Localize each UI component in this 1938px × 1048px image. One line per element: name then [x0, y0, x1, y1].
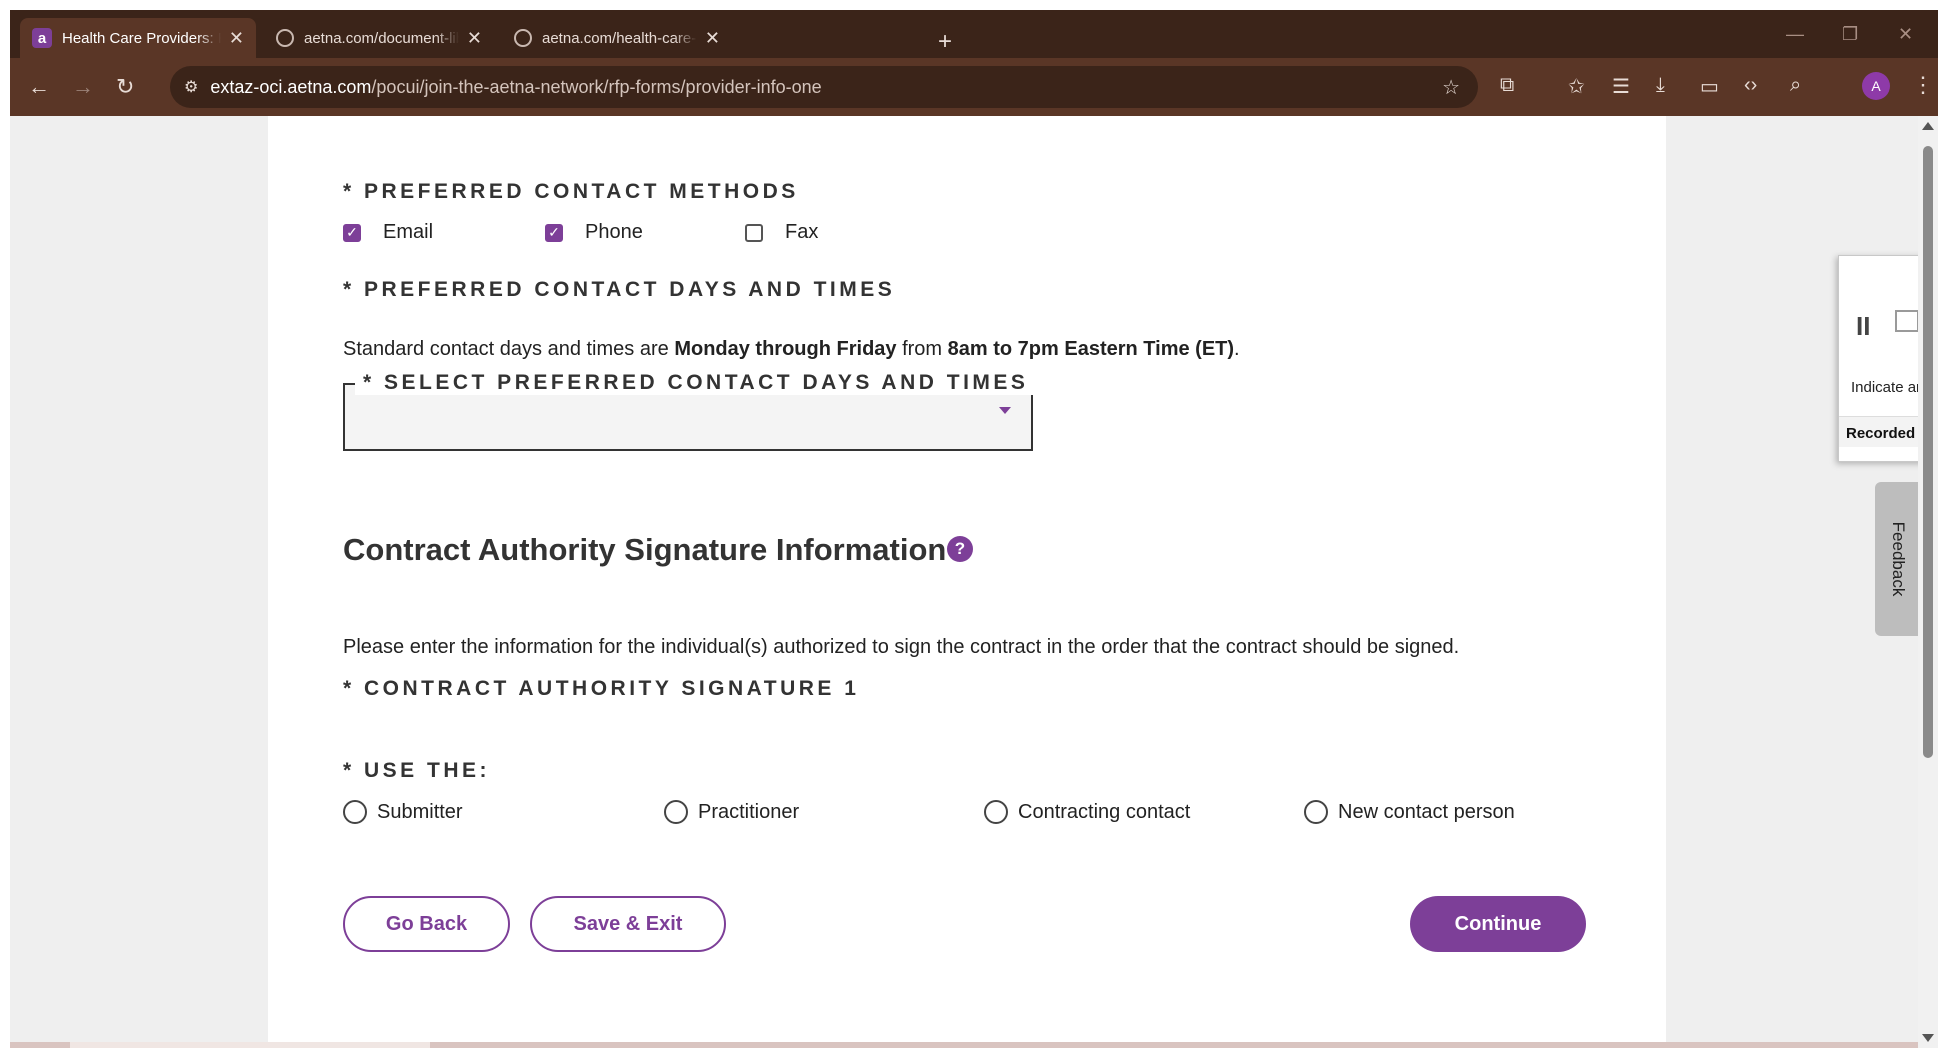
feedback-tab[interactable]: Feedback — [1875, 482, 1921, 636]
email-checkbox[interactable]: ✓ — [343, 223, 361, 242]
close-window-icon[interactable]: ✕ — [1898, 24, 1913, 45]
standard-text-mid: from — [896, 338, 948, 360]
back-arrow-icon[interactable]: ← — [28, 74, 50, 100]
close-icon[interactable]: ✕ — [467, 28, 482, 49]
tab-strip: a Health Care Providers: Request ✕ aetna… — [10, 10, 1938, 58]
globe-icon — [276, 29, 294, 47]
minimize-icon[interactable]: — — [1786, 24, 1804, 45]
phone-checkbox[interactable]: ✓ — [545, 223, 563, 242]
radio-circle[interactable] — [984, 800, 1008, 824]
continue-button[interactable]: Continue — [1410, 896, 1586, 952]
page-viewport: * PREFERRED CONTACT METHODS ✓ Email ✓ Ph… — [10, 116, 1918, 1048]
new-tab-button[interactable]: + — [938, 28, 952, 56]
taskbar-segment — [70, 1042, 430, 1048]
profile-avatar[interactable]: A — [1862, 72, 1890, 100]
taskbar-edge — [10, 1042, 1918, 1048]
email-checkbox-row[interactable]: ✓ Email — [343, 221, 433, 244]
download-icon[interactable]: ⤓ — [1656, 74, 1665, 97]
signature-1-label: * CONTRACT AUTHORITY SIGNATURE 1 — [343, 677, 860, 700]
signature-instructions: Please enter the information for the ind… — [343, 636, 1460, 658]
aetna-logo-icon: a — [32, 28, 52, 48]
close-icon[interactable]: ✕ — [229, 28, 244, 49]
radio-practitioner[interactable]: Practitioner — [664, 800, 799, 824]
screenshot-search-icon[interactable]: ⌕ — [1790, 74, 1801, 97]
radio-circle[interactable] — [664, 800, 688, 824]
radio-contracting-contact[interactable]: Contracting contact — [984, 800, 1190, 824]
feedback-label: Feedback — [1889, 521, 1908, 597]
menu-kebab-icon[interactable]: ⋮ — [1912, 72, 1934, 98]
fax-checkbox[interactable] — [745, 223, 763, 242]
radio-circle[interactable] — [1304, 800, 1328, 824]
radio-label: New contact person — [1338, 800, 1515, 823]
url-host: extaz-oci.aetna.com — [210, 76, 372, 97]
extensions-icon[interactable]: ⧉ — [1500, 74, 1514, 97]
standard-text-end: . — [1234, 338, 1240, 360]
tab-document-library[interactable]: aetna.com/document-library/he ✕ — [264, 18, 494, 58]
signature-section-heading: Contract Authority Signature Information — [343, 532, 947, 567]
forward-arrow-icon[interactable]: → — [72, 74, 94, 100]
code-icon[interactable]: ‹› — [1744, 74, 1757, 97]
fax-checkbox-label: Fax — [785, 221, 819, 243]
close-icon[interactable]: ✕ — [705, 28, 720, 49]
radio-submitter[interactable]: Submitter — [343, 800, 463, 824]
radio-new-contact-person[interactable]: New contact person — [1304, 800, 1515, 824]
contact-methods-label: * PREFERRED CONTACT METHODS — [343, 180, 799, 203]
contact-days-select[interactable]: * SELECT PREFERRED CONTACT DAYS AND TIME… — [343, 371, 1037, 451]
standard-hours: 8am to 7pm Eastern Time (ET) — [947, 338, 1235, 360]
standard-text-prefix: Standard contact days and times are — [343, 338, 675, 360]
reading-list-icon[interactable]: ☰ — [1612, 74, 1630, 99]
tab-title: aetna.com/document-library/he — [304, 29, 459, 47]
favorites-icon[interactable]: ✩ — [1568, 74, 1585, 99]
phone-checkbox-row[interactable]: ✓ Phone — [545, 221, 643, 244]
scroll-down-arrow-icon[interactable] — [1922, 1034, 1934, 1042]
reload-icon[interactable]: ↻ — [116, 74, 134, 100]
email-checkbox-label: Email — [383, 221, 434, 243]
window-border-top — [0, 0, 1938, 10]
scroll-up-arrow-icon[interactable] — [1922, 122, 1934, 130]
standard-days: Monday through Friday — [674, 338, 897, 360]
use-the-label: * USE THE: — [343, 759, 491, 782]
bookmark-star-icon[interactable]: ☆ — [1442, 75, 1460, 100]
save-icon[interactable] — [1895, 310, 1919, 332]
address-bar[interactable]: ⚙ extaz-oci.aetna.com/pocui/join-the-aet… — [170, 66, 1478, 108]
contact-days-label: * PREFERRED CONTACT DAYS AND TIMES — [343, 278, 896, 301]
tab-health-care-providers[interactable]: a Health Care Providers: Request ✕ — [20, 18, 256, 58]
caret-down-icon — [999, 407, 1011, 414]
radio-label: Submitter — [377, 800, 463, 823]
restore-icon[interactable]: ❐ — [1842, 24, 1858, 45]
tab-title: aetna.com/health-care-professi — [542, 29, 697, 47]
contact-days-select-label: * SELECT PREFERRED CONTACT DAYS AND TIME… — [355, 371, 1037, 395]
radio-circle[interactable] — [343, 800, 367, 824]
help-icon[interactable]: ? — [947, 536, 973, 562]
window-border-left — [0, 0, 10, 1048]
save-exit-button[interactable]: Save & Exit — [530, 896, 726, 952]
page-scrollbar[interactable] — [1918, 116, 1938, 1048]
radio-label: Contracting contact — [1018, 800, 1191, 823]
tab-health-care-professionals[interactable]: aetna.com/health-care-professi ✕ — [502, 18, 732, 58]
globe-icon — [514, 29, 532, 47]
pause-icon[interactable]: II — [1856, 311, 1870, 342]
tab-title: Health Care Providers: Request — [62, 29, 221, 47]
phone-checkbox-label: Phone — [585, 221, 643, 243]
fax-checkbox-row[interactable]: Fax — [745, 221, 818, 244]
devices-icon[interactable]: ▭ — [1700, 74, 1719, 99]
standard-contact-text: Standard contact days and times are Mond… — [343, 338, 1240, 361]
browser-toolbar: ← → ↻ ⚙ extaz-oci.aetna.com/pocui/join-t… — [10, 58, 1938, 116]
site-settings-icon[interactable]: ⚙ — [184, 77, 198, 97]
url-path: /pocui/join-the-aetna-network/rfp-forms/… — [371, 76, 822, 97]
go-back-button[interactable]: Go Back — [343, 896, 510, 952]
radio-label: Practitioner — [698, 800, 800, 823]
scroll-thumb[interactable] — [1923, 146, 1933, 758]
